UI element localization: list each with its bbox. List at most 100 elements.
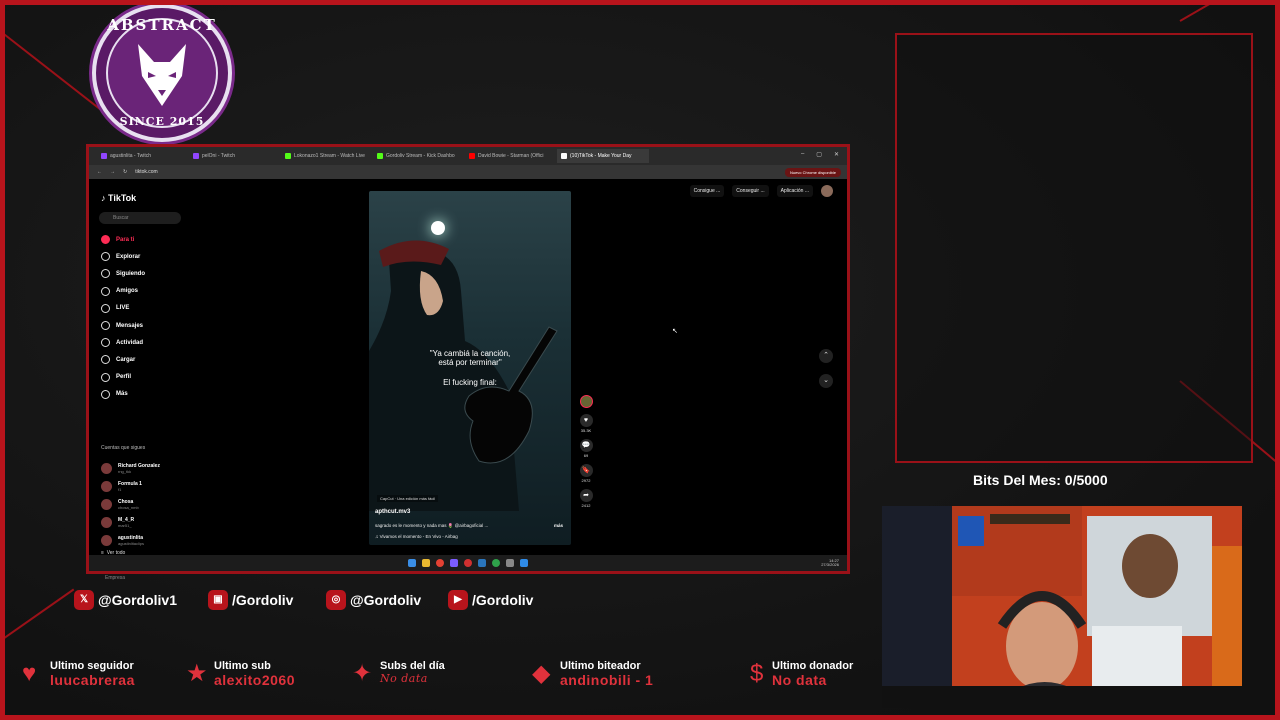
- tiktok-logo[interactable]: ♪ TikTok: [101, 193, 136, 203]
- stat-value: alexito2060: [214, 672, 295, 688]
- nav-label: Actividad: [116, 339, 144, 346]
- nav-label: Explorar: [116, 253, 141, 260]
- youtube-icon: ▶: [448, 590, 468, 610]
- following-handle: rng_tkk: [118, 468, 132, 474]
- reload-icon[interactable]: ↻: [123, 169, 127, 175]
- video-song[interactable]: ♫ Vivamos el momento - En Vivo - Airbag: [375, 534, 458, 539]
- stat-value: luucabreraa: [50, 672, 135, 688]
- nav-item[interactable]: Explorar: [101, 248, 145, 265]
- nav-item[interactable]: Actividad: [101, 334, 145, 351]
- nav-item[interactable]: Mensajes: [101, 317, 145, 334]
- action-button[interactable]: ♥ 35.3K: [577, 414, 595, 433]
- action-icon: 🔖: [579, 464, 593, 477]
- nav-icon: [101, 252, 110, 262]
- windows-start-icon[interactable]: [408, 559, 416, 567]
- tab-label: pelOni - Twitch: [202, 153, 235, 159]
- nav-item[interactable]: Perfil: [101, 369, 145, 386]
- browser-tab[interactable]: (10)TikTok - Make Your Day: [557, 149, 649, 163]
- stat-label: Ultimo donador: [772, 660, 854, 672]
- next-video-icon[interactable]: ⌄: [819, 374, 833, 388]
- following-handle: agustinlitaclips: [118, 540, 145, 546]
- steam-icon[interactable]: [478, 559, 486, 567]
- nav-label: Siguiendo: [116, 270, 145, 277]
- back-icon[interactable]: ←: [97, 169, 102, 175]
- tab-label: Lokonazo1 Stream - Watch Live: [294, 153, 365, 159]
- browser-tab[interactable]: Gordoliv Stream - Kick Dashbo: [373, 149, 465, 163]
- url-text[interactable]: tiktok.com: [135, 169, 158, 175]
- telegram-icon[interactable]: [520, 559, 528, 567]
- tab-favicon-icon: [561, 153, 567, 159]
- social-instagram: ◎ @Gordoliv: [326, 590, 421, 610]
- address-bar[interactable]: ← → ↻ tiktok.com: [89, 165, 847, 179]
- app-icon[interactable]: [450, 559, 458, 567]
- get-coins-button[interactable]: Consigue ...: [689, 185, 725, 197]
- settings-icon[interactable]: [506, 559, 514, 567]
- browser-tab[interactable]: agustinlita - Twitch: [97, 149, 189, 163]
- dollar-icon: $: [750, 660, 764, 687]
- nav-item[interactable]: Siguiendo: [101, 265, 145, 282]
- obs-icon[interactable]: [464, 559, 472, 567]
- social-twitch: ▣ /Gordoliv: [208, 590, 293, 610]
- minimize-button[interactable]: –: [801, 151, 804, 158]
- nav-item[interactable]: Amigos: [101, 283, 145, 300]
- following-item[interactable]: Formula 1 f1: [101, 477, 160, 495]
- action-count: 69: [583, 453, 589, 458]
- nav-label: Cargar: [116, 356, 136, 363]
- following-item[interactable]: M_4_R mar51_: [101, 513, 160, 531]
- footer-company-link[interactable]: Empresa: [105, 575, 125, 581]
- stat-value: andinobili - 1: [560, 672, 654, 688]
- following-item[interactable]: Richard Gonzalez rng_tkk: [101, 459, 160, 477]
- get-app-button[interactable]: Conseguir ...: [732, 185, 769, 197]
- prev-video-icon[interactable]: ⌃: [819, 349, 833, 363]
- nav-label: Amigos: [116, 288, 139, 295]
- tab-bar: agustinlita - Twitch pelOni - Twitch Lokon…: [89, 147, 847, 165]
- video-player[interactable]: "Ya cambiá la canción, está por terminar…: [369, 191, 571, 545]
- browser-tab[interactable]: pelOni - Twitch: [189, 149, 281, 163]
- nav-icon: [101, 286, 110, 296]
- capcut-tag[interactable]: CapCut · Una edición más fácil: [377, 495, 439, 502]
- social-label: /Gordoliv: [472, 592, 534, 608]
- action-button[interactable]: 🔖 2972: [577, 464, 595, 483]
- profile-avatar[interactable]: [821, 185, 833, 197]
- action-icon: 💬: [579, 439, 593, 452]
- following-handle: chosa_nmb: [118, 504, 139, 510]
- top-buttons: Consigue ... Conseguir ... Aplicación ..…: [689, 185, 833, 197]
- tab-label: Gordoliv Stream - Kick Dashbo: [386, 153, 455, 159]
- stat-label: Ultimo seguidor: [50, 660, 134, 672]
- wolf-icon: [138, 44, 186, 106]
- windows-taskbar: 14:27 27/3/2026: [89, 555, 847, 571]
- following-item[interactable]: Chosa chosa_nmb: [101, 495, 160, 513]
- application-button[interactable]: Aplicación ...: [776, 185, 813, 197]
- caption-line: El fucking final:: [443, 378, 497, 387]
- last-bits: Ultimo biteador andinobili - 1: [560, 660, 653, 688]
- browser-tab[interactable]: Lokonazo1 Stream - Watch Live: [281, 149, 373, 163]
- search-input[interactable]: Buscar: [99, 212, 181, 224]
- more-link[interactable]: más: [554, 523, 563, 528]
- nav-item[interactable]: LIVE: [101, 300, 145, 317]
- forward-icon[interactable]: →: [110, 169, 115, 175]
- action-button[interactable]: ➦ 2412: [577, 489, 595, 508]
- nav-item[interactable]: Para ti: [101, 231, 145, 248]
- action-button[interactable]: 💬 69: [577, 439, 595, 458]
- action-icon: ➦: [579, 489, 593, 502]
- nav-item[interactable]: Más: [101, 386, 145, 403]
- action-icon: ♥: [579, 414, 593, 427]
- xbox-icon[interactable]: [492, 559, 500, 567]
- nav-item[interactable]: Cargar: [101, 351, 145, 368]
- video-actions: ♥ 35.3K 💬 69 🔖 2972 ➦ 2412: [577, 395, 595, 514]
- video-author[interactable]: apthcut.mv3: [375, 509, 410, 515]
- caption-line: está por terminar": [438, 358, 502, 367]
- maximize-button[interactable]: ▢: [816, 151, 822, 158]
- file-explorer-icon[interactable]: [422, 559, 430, 567]
- author-avatar[interactable]: [579, 395, 593, 408]
- chrome-icon[interactable]: [436, 559, 444, 567]
- system-tray[interactable]: 14:27 27/3/2026: [821, 559, 839, 567]
- nav-icon: [101, 269, 110, 279]
- chrome-update-button[interactable]: Nuevo Chrome disponible: [784, 168, 841, 177]
- close-button[interactable]: ✕: [834, 151, 839, 158]
- tab-favicon-icon: [101, 153, 107, 159]
- tab-label: (10)TikTok - Make Your Day: [570, 153, 632, 159]
- following-item[interactable]: agustinlita agustinlitaclips: [101, 531, 160, 549]
- tiktok-page: ♪ TikTok Buscar Para ti Explorar Siguiendo…: [89, 179, 847, 581]
- browser-tab[interactable]: David Bowie - Starman (Offici: [465, 149, 557, 163]
